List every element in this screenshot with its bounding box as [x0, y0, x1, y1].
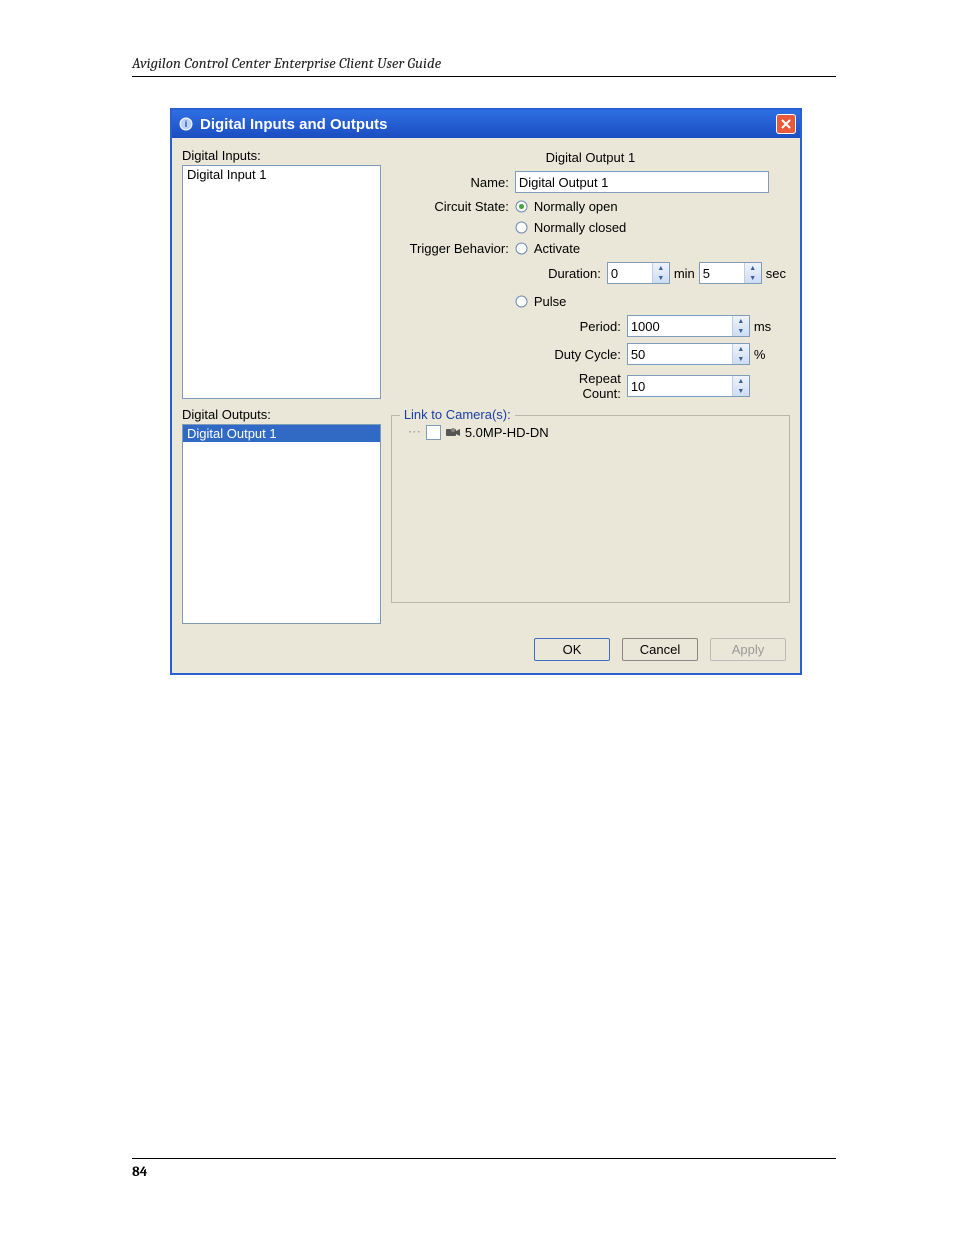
- chevron-up-icon[interactable]: ▲: [745, 263, 761, 273]
- page-number: 84: [132, 1158, 836, 1180]
- radio-pulse[interactable]: [515, 295, 528, 308]
- radio-normally-open[interactable]: [515, 200, 528, 213]
- output-panel-title: Digital Output 1: [391, 148, 790, 171]
- list-item[interactable]: Digital Input 1: [183, 166, 380, 183]
- chevron-down-icon[interactable]: ▼: [733, 326, 749, 336]
- repeat-count-input[interactable]: [628, 376, 732, 396]
- duration-label: Duration:: [541, 266, 607, 281]
- apply-button: Apply: [710, 638, 786, 661]
- digital-outputs-list[interactable]: Digital Output 1: [182, 424, 381, 624]
- link-to-cameras-legend: Link to Camera(s):: [400, 407, 515, 422]
- app-icon: i: [178, 116, 194, 132]
- chevron-down-icon[interactable]: ▼: [733, 386, 749, 396]
- chevron-up-icon[interactable]: ▲: [733, 316, 749, 326]
- period-input[interactable]: [628, 316, 732, 336]
- close-button[interactable]: [776, 114, 796, 134]
- radio-normally-closed[interactable]: [515, 221, 528, 234]
- list-item[interactable]: Digital Output 1: [183, 425, 380, 442]
- chevron-down-icon[interactable]: ▼: [733, 354, 749, 364]
- dialog-title: Digital Inputs and Outputs: [200, 116, 388, 133]
- camera-tree-item[interactable]: ⋯ 5.0MP-HD-DN: [400, 424, 781, 440]
- link-to-cameras-group: Link to Camera(s): ⋯ 5.0MP-HD-DN: [391, 415, 790, 603]
- duty-cycle-spinner[interactable]: ▲▼: [627, 343, 750, 365]
- duration-sec-input[interactable]: [700, 263, 744, 283]
- period-spinner[interactable]: ▲▼: [627, 315, 750, 337]
- page-header: Avigilon Control Center Enterprise Clien…: [132, 54, 836, 77]
- name-label: Name:: [391, 175, 515, 190]
- chevron-up-icon[interactable]: ▲: [733, 376, 749, 386]
- normally-open-label: Normally open: [534, 199, 618, 214]
- circuit-state-label: Circuit State:: [391, 199, 515, 214]
- chevron-down-icon[interactable]: ▼: [745, 273, 761, 283]
- duty-cycle-input[interactable]: [628, 344, 732, 364]
- chevron-up-icon[interactable]: ▲: [653, 263, 669, 273]
- duration-min-input[interactable]: [608, 263, 652, 283]
- camera-checkbox[interactable]: [426, 425, 441, 440]
- percent-unit: %: [754, 347, 766, 362]
- pulse-label: Pulse: [534, 294, 567, 309]
- chevron-up-icon[interactable]: ▲: [733, 344, 749, 354]
- trigger-behavior-label: Trigger Behavior:: [391, 241, 515, 256]
- ms-unit: ms: [754, 319, 771, 334]
- chevron-down-icon[interactable]: ▼: [653, 273, 669, 283]
- digital-outputs-label: Digital Outputs:: [182, 407, 381, 422]
- duration-min-spinner[interactable]: ▲▼: [607, 262, 670, 284]
- digital-inputs-label: Digital Inputs:: [182, 148, 381, 163]
- camera-icon: [445, 426, 461, 438]
- period-label: Period:: [541, 319, 627, 334]
- camera-name: 5.0MP-HD-DN: [465, 425, 549, 440]
- duration-sec-spinner[interactable]: ▲▼: [699, 262, 762, 284]
- normally-closed-label: Normally closed: [534, 220, 626, 235]
- digital-inputs-list[interactable]: Digital Input 1: [182, 165, 381, 399]
- radio-activate[interactable]: [515, 242, 528, 255]
- ok-button[interactable]: OK: [534, 638, 610, 661]
- svg-text:i: i: [185, 119, 188, 129]
- repeat-count-spinner[interactable]: ▲▼: [627, 375, 750, 397]
- repeat-count-label: Repeat Count:: [541, 371, 627, 401]
- sec-unit: sec: [766, 266, 786, 281]
- min-unit: min: [674, 266, 695, 281]
- cancel-button[interactable]: Cancel: [622, 638, 698, 661]
- duty-cycle-label: Duty Cycle:: [541, 347, 627, 362]
- name-input[interactable]: [515, 171, 769, 193]
- tree-connector-icon: ⋯: [408, 424, 422, 440]
- titlebar: i Digital Inputs and Outputs: [172, 110, 800, 138]
- activate-label: Activate: [534, 241, 580, 256]
- dialog-digital-io: i Digital Inputs and Outputs Digital Inp…: [170, 108, 802, 675]
